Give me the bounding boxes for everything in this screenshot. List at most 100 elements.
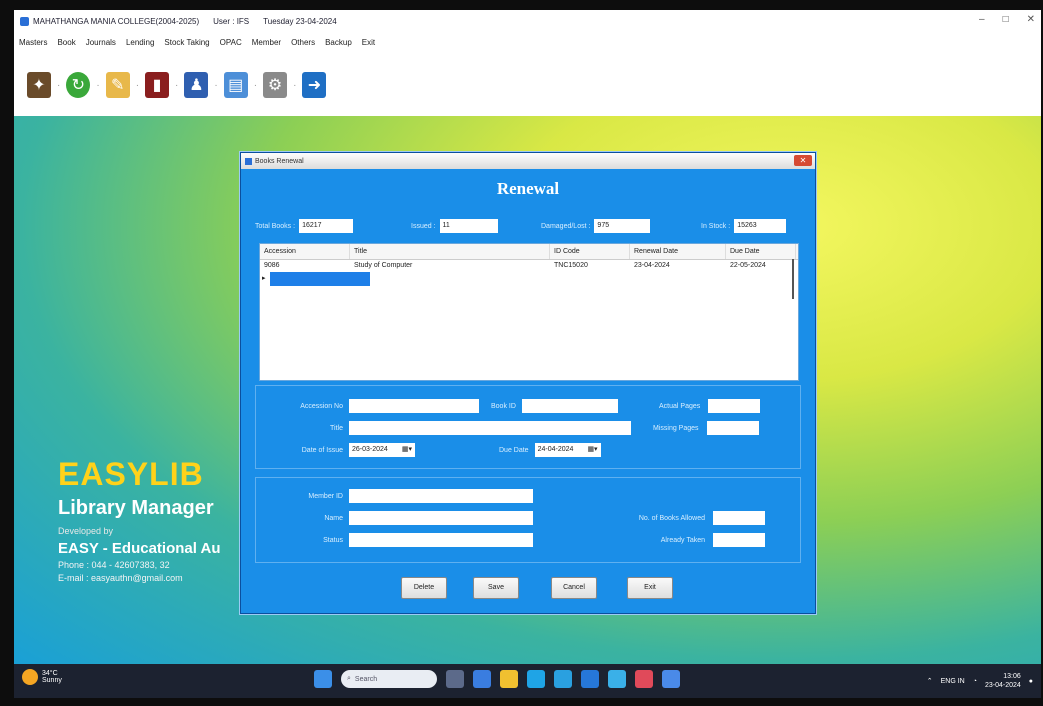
total-books-field[interactable]: 16217 (299, 219, 354, 233)
cell-renewal-date: 23-04-2024 (634, 262, 670, 269)
maximize-button[interactable]: □ (1003, 14, 1009, 25)
in-stock-field[interactable]: 15263 (734, 219, 787, 233)
issued-label: Issued : (411, 222, 436, 230)
col-id-code[interactable]: ID Code (550, 244, 630, 259)
menu-book[interactable]: Book (57, 38, 75, 47)
menu-member[interactable]: Member (252, 38, 281, 47)
actual-pages-field[interactable] (708, 399, 761, 413)
issued-field[interactable]: 11 (439, 219, 498, 233)
cell-accession: 9086 (264, 262, 280, 269)
col-due-date[interactable]: Due Date (726, 244, 796, 259)
date-of-issue-picker[interactable]: 26-03-2024 ▦▾ (349, 443, 415, 457)
store-icon[interactable] (554, 670, 572, 688)
sun-icon (22, 669, 38, 685)
books-icon[interactable]: ▮ (145, 72, 170, 98)
col-accession[interactable]: Accession (260, 244, 350, 259)
missing-pages-label: Missing Pages (653, 424, 699, 432)
menu-backup[interactable]: Backup (325, 38, 352, 47)
brand-name: EASYLIB (58, 456, 204, 492)
search-icon: ⌕ (347, 675, 351, 682)
menu-others[interactable]: Others (291, 38, 315, 47)
dialog-close-button[interactable]: ✕ (794, 155, 812, 166)
app-icon-3[interactable] (608, 670, 626, 688)
already-taken-label: Already Taken (660, 536, 705, 544)
new-row-selection[interactable] (270, 272, 370, 286)
menu-masters[interactable]: Masters (19, 38, 47, 47)
menu-journals[interactable]: Journals (86, 38, 116, 47)
edit-icon[interactable]: ✎ (105, 72, 130, 98)
taskbar-apps: ⌕ Search (314, 670, 680, 688)
screen: MAHATHANGA MANIA COLLEGE(2004-2025) User… (14, 10, 1041, 698)
company-name: EASY - Educational Au (58, 540, 221, 557)
task-view-icon[interactable] (446, 670, 464, 688)
developed-by: Developed by (58, 526, 114, 536)
cancel-button[interactable]: Cancel (551, 577, 597, 599)
app-icon-1[interactable] (473, 670, 491, 688)
brand-tagline: Library Manager (58, 497, 214, 519)
taskbar-search[interactable]: ⌕ Search (341, 670, 437, 688)
weather-widget[interactable]: 34°C Sunny (22, 669, 62, 685)
exit-button[interactable]: Exit (627, 577, 673, 599)
minimize-button[interactable]: – (979, 14, 985, 25)
issue-icon[interactable]: ✦ (27, 72, 51, 98)
weather-text: Sunny (42, 677, 62, 684)
users-icon[interactable]: ♟ (184, 72, 209, 98)
grid-scrollbar[interactable] (792, 259, 794, 299)
toolbar: ✦ · ↻ · ✎ · ▮ · ♟ · ▤ · ⚙ · ➜ (14, 54, 1041, 116)
status-label: Status (323, 536, 343, 544)
chevron-up-icon[interactable]: ⌃ (927, 677, 933, 685)
brand-block: EASYLIB Library Manager Developed by EAS… (58, 456, 221, 583)
notification-icon[interactable]: ● (1029, 678, 1033, 685)
save-button[interactable]: Save (473, 577, 519, 599)
name-field[interactable] (349, 511, 533, 525)
damaged-lost-field[interactable]: 975 (594, 219, 651, 233)
system-tray: ⌃ ENG IN ◔ 13:06 23-04-2024 ● (927, 672, 1033, 690)
actual-pages-label: Actual Pages (659, 402, 701, 410)
cell-title: Study of Computer (354, 262, 413, 269)
window-title: MAHATHANGA MANIA COLLEGE(2004-2025) (33, 16, 200, 26)
clock[interactable]: 13:06 23-04-2024 (985, 672, 1021, 690)
edge-icon[interactable] (527, 670, 545, 688)
language-indicator[interactable]: ENG IN (941, 678, 965, 685)
app-icon-5[interactable] (662, 670, 680, 688)
col-title[interactable]: Title (350, 244, 550, 259)
start-icon[interactable] (314, 670, 332, 688)
exit-icon[interactable]: ➜ (302, 72, 327, 98)
menu-opac[interactable]: OPAC (220, 38, 242, 47)
books-allowed-field[interactable] (713, 511, 765, 525)
renewal-grid[interactable]: Accession Title ID Code Renewal Date Due… (259, 243, 799, 381)
menu-exit[interactable]: Exit (362, 38, 375, 47)
renewal-dialog: Books Renewal ✕ Renewal Total Books : 16… (240, 152, 816, 614)
due-date-picker[interactable]: 24-04-2024 ▦▾ (534, 443, 601, 457)
row-pointer-icon: ▸ (262, 275, 266, 282)
app-icon (20, 16, 29, 26)
phone-text: Phone : 044 - 42607383, 32 (58, 560, 170, 570)
dialog-title: Books Renewal (255, 157, 304, 165)
file-explorer-icon[interactable] (500, 670, 518, 688)
member-id-field[interactable] (349, 489, 533, 503)
menu-stock-taking[interactable]: Stock Taking (164, 38, 209, 47)
refresh-icon[interactable]: ↻ (66, 72, 91, 98)
already-taken-field[interactable] (713, 533, 765, 547)
grid-header: Accession Title ID Code Renewal Date Due… (260, 244, 798, 260)
settings-icon[interactable]: ⚙ (263, 72, 288, 98)
status-field[interactable] (349, 533, 533, 547)
book-id-field[interactable] (521, 399, 618, 413)
close-button[interactable]: ✕ (1027, 14, 1035, 25)
delete-button[interactable]: Delete (401, 577, 447, 599)
col-renewal-date[interactable]: Renewal Date (630, 244, 726, 259)
title-field[interactable] (349, 421, 631, 435)
app-icon-2[interactable] (581, 670, 599, 688)
cell-due-date: 22-05-2024 (730, 262, 766, 269)
calendar-icon[interactable]: ▦▾ (402, 443, 412, 457)
calendar-icon[interactable]: ▦▾ (587, 443, 597, 457)
accession-no-field[interactable] (349, 399, 479, 413)
app-icon-4[interactable] (635, 670, 653, 688)
clock-time: 13:06 (1003, 673, 1021, 680)
missing-pages-field[interactable] (706, 421, 759, 435)
wifi-icon[interactable]: ◔ (973, 678, 977, 685)
search-placeholder: Search (354, 675, 378, 683)
report-icon[interactable]: ▤ (223, 72, 248, 98)
menu-lending[interactable]: Lending (126, 38, 154, 47)
table-row[interactable]: 9086 Study of Computer TNC15020 23-04-20… (260, 260, 798, 272)
